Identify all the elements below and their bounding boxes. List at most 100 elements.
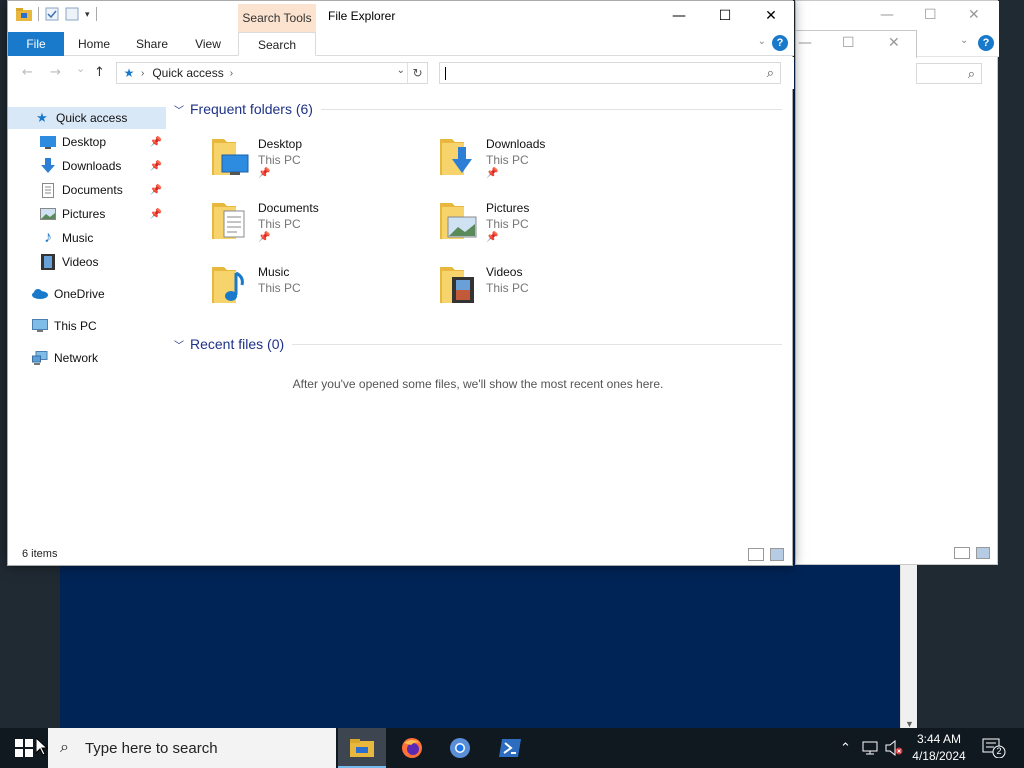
- collapse-chevron-icon[interactable]: ﹀: [174, 337, 184, 352]
- folder-name: Desktop: [258, 137, 303, 151]
- sidebar-item-label: Documents: [62, 183, 123, 197]
- network-tray-icon[interactable]: [862, 728, 880, 768]
- pin-icon: 📌: [258, 232, 271, 243]
- folder-name: Videos: [486, 265, 523, 279]
- taskbar-firefox[interactable]: [388, 728, 436, 768]
- background-maximize-icon[interactable]: ☐: [924, 7, 937, 23]
- maximize-icon[interactable]: ☐: [702, 1, 748, 31]
- music-icon: ♪: [44, 229, 52, 246]
- search-input[interactable]: ⌕: [439, 62, 781, 84]
- sidebar-item-onedrive[interactable]: OneDrive: [8, 283, 166, 305]
- pin-icon[interactable]: 📌: [150, 161, 162, 172]
- large-icons-view-icon[interactable]: [770, 548, 784, 561]
- background-details-view-icon[interactable]: [954, 547, 970, 559]
- help-icon[interactable]: ?: [772, 35, 788, 51]
- action-center-icon[interactable]: 2: [982, 738, 1006, 761]
- forward-arrow-icon[interactable]: →: [50, 65, 61, 80]
- collapse-chevron-icon[interactable]: ﹀: [174, 102, 184, 117]
- tab-home[interactable]: Home: [74, 32, 114, 56]
- background-tiles-view-icon[interactable]: [976, 547, 990, 559]
- folder-tile-documents[interactable]: Documents This PC 📌: [210, 199, 430, 255]
- tab-search[interactable]: Search: [238, 32, 316, 56]
- navigation-pane: ★ Quick access Desktop 📌 Downloads 📌 Doc…: [8, 97, 166, 542]
- tab-share[interactable]: Share: [132, 32, 172, 56]
- sidebar-item-label: Pictures: [62, 207, 106, 221]
- recent-locations-chevron-icon[interactable]: ⌄: [76, 62, 85, 75]
- pin-icon[interactable]: 📌: [150, 137, 162, 148]
- folder-location: This PC: [486, 281, 529, 295]
- folder-tile-pictures[interactable]: Pictures This PC 📌: [438, 199, 658, 255]
- sidebar-item-music[interactable]: ♪ Music: [8, 227, 166, 249]
- background-help-icon[interactable]: ?: [978, 35, 994, 51]
- sidebar-item-network[interactable]: Network: [8, 347, 166, 369]
- refresh-icon[interactable]: ↻: [407, 63, 427, 83]
- folder-app-icon[interactable]: [16, 7, 32, 21]
- middle-maximize-icon[interactable]: ☐: [842, 35, 855, 51]
- address-dropdown-chevron-icon[interactable]: ⌄: [397, 65, 405, 76]
- title-bar[interactable]: ▾ Search Tools File Explorer — ☐ ✕: [8, 1, 794, 32]
- pin-icon[interactable]: 📌: [150, 209, 162, 220]
- taskbar-file-explorer[interactable]: [338, 728, 386, 768]
- sidebar-item-documents[interactable]: Documents 📌: [8, 179, 166, 201]
- search-tools-context-tab[interactable]: Search Tools: [238, 4, 316, 32]
- sidebar-item-desktop[interactable]: Desktop 📌: [8, 131, 166, 153]
- folder-tile-desktop[interactable]: Desktop This PC 📌: [210, 135, 430, 191]
- pin-icon[interactable]: 📌: [150, 185, 162, 196]
- sidebar-item-videos[interactable]: Videos: [8, 251, 166, 273]
- background-minimize-icon[interactable]: —: [880, 7, 894, 23]
- taskbar-search-placeholder: Type here to search: [84, 739, 218, 757]
- folder-tile-music[interactable]: Music This PC: [210, 263, 430, 319]
- middle-minimize-icon[interactable]: —: [798, 35, 812, 51]
- background-ribbon-chevron-icon[interactable]: ⌄: [960, 35, 968, 46]
- up-arrow-icon[interactable]: ↑: [94, 65, 105, 80]
- minimize-icon[interactable]: —: [656, 1, 702, 31]
- middle-window-titlebar[interactable]: — ☐ ✕: [795, 30, 917, 58]
- middle-close-icon[interactable]: ✕: [888, 35, 900, 51]
- search-icon[interactable]: ⌕: [767, 65, 774, 81]
- background-search-box[interactable]: ⌕: [916, 63, 982, 84]
- clock-date: 4/18/2024: [912, 749, 966, 763]
- tab-view[interactable]: View: [190, 32, 226, 56]
- notification-count: 2: [996, 746, 1002, 756]
- folder-location: This PC: [486, 217, 529, 231]
- breadcrumb-chevron-icon[interactable]: ›: [141, 68, 144, 79]
- properties-icon[interactable]: [45, 7, 59, 21]
- folder-tile-downloads[interactable]: Downloads This PC 📌: [438, 135, 658, 191]
- expand-ribbon-chevron-icon[interactable]: ⌄: [758, 36, 766, 47]
- sidebar-item-quick-access[interactable]: ★ Quick access: [8, 107, 166, 129]
- tab-file[interactable]: File: [8, 32, 64, 56]
- volume-muted-icon[interactable]: [885, 728, 903, 768]
- frequent-folders-header[interactable]: ﹀ Frequent folders (6): [174, 101, 782, 117]
- breadcrumb-chevron-2-icon[interactable]: ›: [230, 68, 233, 79]
- computer-icon: [32, 318, 48, 334]
- mouse-cursor-icon: [36, 738, 48, 756]
- customize-qat-icon[interactable]: ▾: [85, 9, 90, 20]
- sidebar-item-this-pc[interactable]: This PC: [8, 315, 166, 337]
- folder-tile-videos[interactable]: Videos This PC: [438, 263, 658, 319]
- recent-files-title: Recent files (0): [190, 336, 285, 352]
- background-close-icon[interactable]: ✕: [968, 7, 980, 23]
- back-arrow-icon[interactable]: ←: [22, 65, 33, 80]
- address-bar[interactable]: ★ › Quick access › ⌄ ↻: [116, 62, 428, 84]
- ribbon-tabs: File Home Share View Search: [8, 32, 794, 56]
- show-hidden-icons-chevron-icon[interactable]: ⌃: [840, 728, 851, 768]
- taskbar-search-box[interactable]: ⌕ Type here to search: [48, 728, 336, 768]
- sidebar-item-downloads[interactable]: Downloads 📌: [8, 155, 166, 177]
- cloud-icon: [32, 286, 48, 302]
- details-view-icon[interactable]: [748, 548, 764, 561]
- taskbar-chrome[interactable]: [436, 728, 484, 768]
- pictures-folder-icon: [440, 203, 477, 239]
- sidebar-item-pictures[interactable]: Pictures 📌: [8, 203, 166, 225]
- background-window-titlebar[interactable]: — ☐ ✕: [796, 1, 999, 31]
- taskbar-powershell[interactable]: [486, 728, 534, 768]
- recent-files-header[interactable]: ﹀ Recent files (0): [174, 336, 782, 352]
- download-icon: [40, 158, 56, 174]
- new-folder-icon[interactable]: [65, 7, 79, 21]
- star-icon: ★: [36, 110, 48, 125]
- breadcrumb-quick-access[interactable]: Quick access: [152, 66, 223, 80]
- music-folder-icon: [212, 267, 244, 303]
- background-explorer-window[interactable]: — ☐ ✕ ⌄ ? ⌕: [795, 0, 999, 565]
- file-explorer-window[interactable]: ▾ Search Tools File Explorer — ☐ ✕ File …: [7, 0, 794, 566]
- close-icon[interactable]: ✕: [748, 1, 794, 31]
- system-clock[interactable]: 3:44 AM 4/18/2024: [905, 731, 973, 765]
